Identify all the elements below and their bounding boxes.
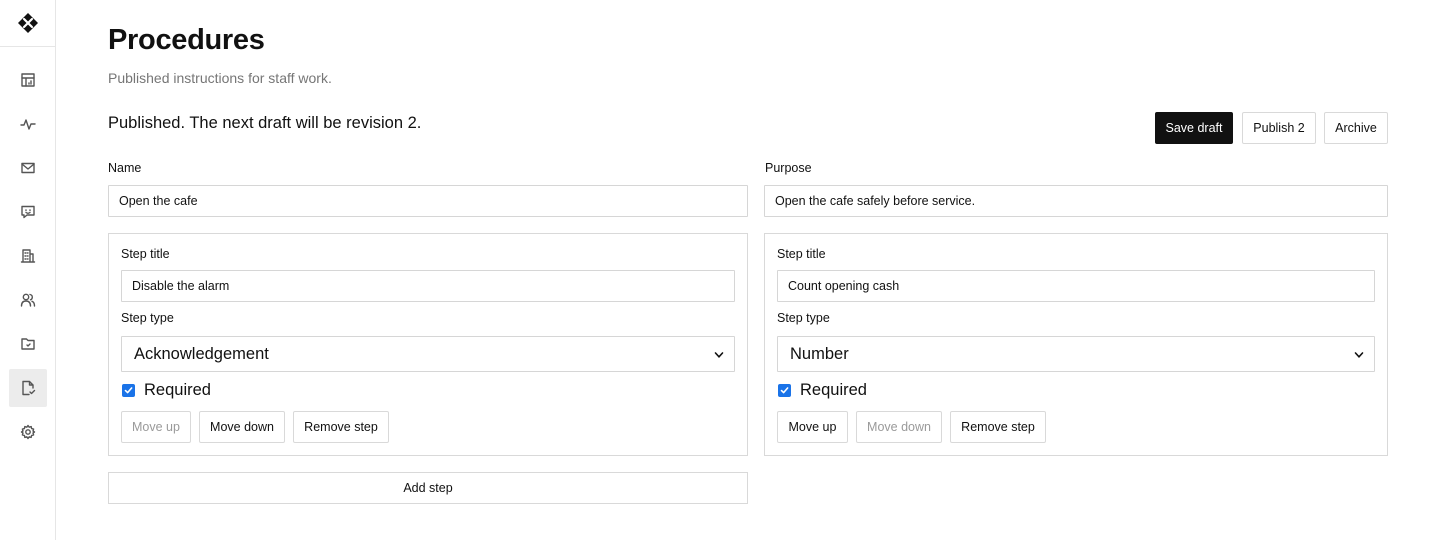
remove-step-button[interactable]: Remove step [293, 411, 389, 443]
sidebar-item-staff[interactable] [9, 281, 47, 319]
status-message: Published. The next draft will be revisi… [108, 114, 422, 132]
logo-icon [17, 13, 38, 33]
step-type-label: Step type [777, 311, 830, 325]
remove-step-button[interactable]: Remove step [950, 411, 1046, 443]
procedure-icon [22, 380, 36, 396]
users-icon [20, 293, 36, 307]
name-label: Name [108, 161, 142, 175]
move-up-button[interactable]: Move up [777, 411, 848, 443]
sidebar-item-procedures[interactable] [9, 369, 47, 407]
required-label: Required [800, 381, 867, 399]
sidebar-item-documents[interactable] [9, 325, 47, 363]
folder-icon [21, 338, 35, 350]
activity-icon [20, 119, 36, 130]
sidebar [0, 0, 56, 540]
purpose-label: Purpose [765, 161, 812, 175]
step-type-select[interactable]: Acknowledgement [121, 336, 735, 372]
step-card: Step title Step type Acknowledgement Req… [108, 233, 748, 456]
step-type-select[interactable]: Number [777, 336, 1375, 372]
move-up-button: Move up [121, 411, 191, 443]
publish-button[interactable]: Publish 2 [1242, 112, 1316, 144]
checkmark-icon [780, 387, 789, 394]
step-title-input[interactable] [777, 270, 1375, 302]
page-title: Procedures [108, 24, 265, 56]
step-type-label: Step type [121, 311, 174, 325]
sidebar-item-settings[interactable] [9, 413, 47, 451]
step-title-label: Step title [121, 247, 170, 261]
chevron-down-icon [714, 352, 724, 358]
add-step-button[interactable]: Add step [108, 472, 748, 504]
sidebar-item-activity[interactable] [9, 105, 47, 143]
save-draft-button[interactable]: Save draft [1155, 112, 1233, 144]
required-checkbox[interactable] [122, 384, 135, 397]
chat-icon [21, 205, 35, 219]
move-down-button[interactable]: Move down [199, 411, 285, 443]
logo[interactable] [0, 0, 55, 47]
step-type-value: Acknowledgement [134, 344, 269, 363]
step-title-input[interactable] [121, 270, 735, 302]
archive-button[interactable]: Archive [1324, 112, 1388, 144]
gear-icon [20, 424, 36, 440]
purpose-input[interactable] [764, 185, 1388, 217]
sidebar-item-dashboard[interactable] [9, 61, 47, 99]
chevron-down-icon [1354, 352, 1364, 358]
page-subtitle: Published instructions for staff work. [108, 70, 332, 86]
sidebar-item-messages[interactable] [9, 149, 47, 187]
required-toggle: Required [778, 381, 867, 400]
required-label: Required [144, 381, 211, 399]
required-toggle: Required [122, 381, 211, 400]
step-title-label: Step title [777, 247, 826, 261]
name-input[interactable] [108, 185, 748, 217]
checkmark-icon [124, 387, 133, 394]
step-type-value: Number [790, 344, 849, 363]
move-down-button: Move down [856, 411, 942, 443]
dashboard-icon [21, 73, 35, 87]
mail-icon [21, 162, 35, 174]
required-checkbox[interactable] [778, 384, 791, 397]
sidebar-item-feedback[interactable] [9, 193, 47, 231]
sidebar-item-locations[interactable] [9, 237, 47, 275]
step-card: Step title Step type Number Required Mov… [764, 233, 1388, 456]
building-icon [20, 249, 36, 263]
